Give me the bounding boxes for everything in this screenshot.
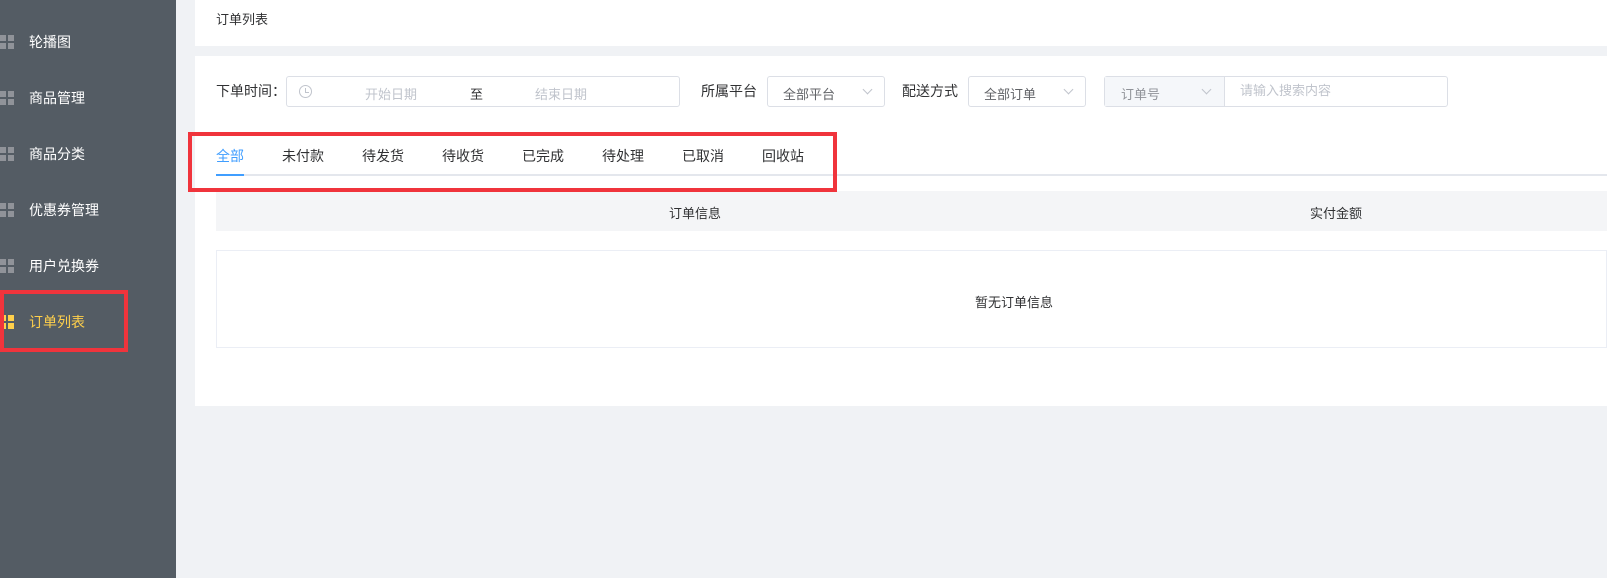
grid-icon xyxy=(0,91,14,105)
sidebar-item-carousel[interactable]: 轮播图 xyxy=(0,14,176,70)
grid-icon xyxy=(0,35,14,49)
sidebar-item-label: 用户兑换券 xyxy=(29,259,99,275)
breadcrumb: 订单列表 xyxy=(195,0,1607,46)
delivery-select-value: 全部订单 xyxy=(984,88,1037,103)
grid-icon xyxy=(0,315,14,329)
search-input[interactable] xyxy=(1226,77,1447,106)
search-group: 订单号 xyxy=(1104,76,1448,107)
search-field-value: 订单号 xyxy=(1121,88,1161,103)
tab-recycle-bin[interactable]: 回收站 xyxy=(762,146,804,166)
grid-icon xyxy=(0,147,14,161)
column-paid-amount: 实付金额 xyxy=(1310,207,1363,222)
order-list-panel: 下单时间： 开始日期 至 结束日期 所属平台 全部平台 配送方式 全部订单 订单… xyxy=(195,56,1607,406)
tab-unpaid[interactable]: 未付款 xyxy=(282,146,324,166)
search-field-select[interactable]: 订单号 xyxy=(1105,77,1225,106)
empty-message: 暂无订单信息 xyxy=(975,296,1054,311)
order-status-tabs: 全部 未付款 待发货 待收货 已完成 待处理 已取消 回收站 xyxy=(216,136,1607,176)
sidebar-item-coupon-management[interactable]: 优惠券管理 xyxy=(0,182,176,238)
platform-select[interactable]: 全部平台 xyxy=(767,76,885,107)
tab-all[interactable]: 全部 xyxy=(216,146,244,166)
grid-icon xyxy=(0,259,14,273)
sidebar: 轮播图 商品管理 商品分类 优惠券管理 用户兑换券 订单列表 xyxy=(0,0,176,578)
end-date-input[interactable]: 结束日期 xyxy=(535,84,587,103)
delivery-label: 配送方式 xyxy=(902,84,958,100)
platform-label: 所属平台 xyxy=(701,84,757,100)
delivery-select[interactable]: 全部订单 xyxy=(968,76,1086,107)
sidebar-item-label: 轮播图 xyxy=(29,35,71,51)
active-tab-indicator xyxy=(216,174,244,176)
chevron-down-icon xyxy=(862,84,873,95)
tab-cancelled[interactable]: 已取消 xyxy=(682,146,724,166)
clock-icon xyxy=(299,85,312,98)
tab-to-ship[interactable]: 待发货 xyxy=(362,146,404,166)
sidebar-item-label: 商品管理 xyxy=(29,91,85,107)
grid-icon xyxy=(0,203,14,217)
range-separator: 至 xyxy=(470,88,484,103)
date-range-picker[interactable]: 开始日期 至 结束日期 xyxy=(286,76,680,107)
sidebar-item-label: 订单列表 xyxy=(29,315,85,331)
sidebar-item-product-management[interactable]: 商品管理 xyxy=(0,70,176,126)
order-time-label: 下单时间： xyxy=(216,84,286,100)
sidebar-item-order-list[interactable]: 订单列表 xyxy=(0,294,176,350)
chevron-down-icon xyxy=(1201,84,1212,95)
tab-pending[interactable]: 待处理 xyxy=(602,146,644,166)
start-date-input[interactable]: 开始日期 xyxy=(365,84,417,103)
chevron-down-icon xyxy=(1063,84,1074,95)
page-title: 订单列表 xyxy=(216,13,269,28)
sidebar-item-user-vouchers[interactable]: 用户兑换券 xyxy=(0,238,176,294)
empty-state: 暂无订单信息 xyxy=(216,250,1607,348)
sidebar-item-product-category[interactable]: 商品分类 xyxy=(0,126,176,182)
column-order-info: 订单信息 xyxy=(669,207,722,222)
platform-select-value: 全部平台 xyxy=(783,88,836,103)
table-header: 订单信息 实付金额 xyxy=(216,191,1607,231)
sidebar-item-label: 优惠券管理 xyxy=(29,203,99,219)
sidebar-item-label: 商品分类 xyxy=(29,147,85,163)
tab-to-receive[interactable]: 待收货 xyxy=(442,146,484,166)
tab-completed[interactable]: 已完成 xyxy=(522,146,564,166)
